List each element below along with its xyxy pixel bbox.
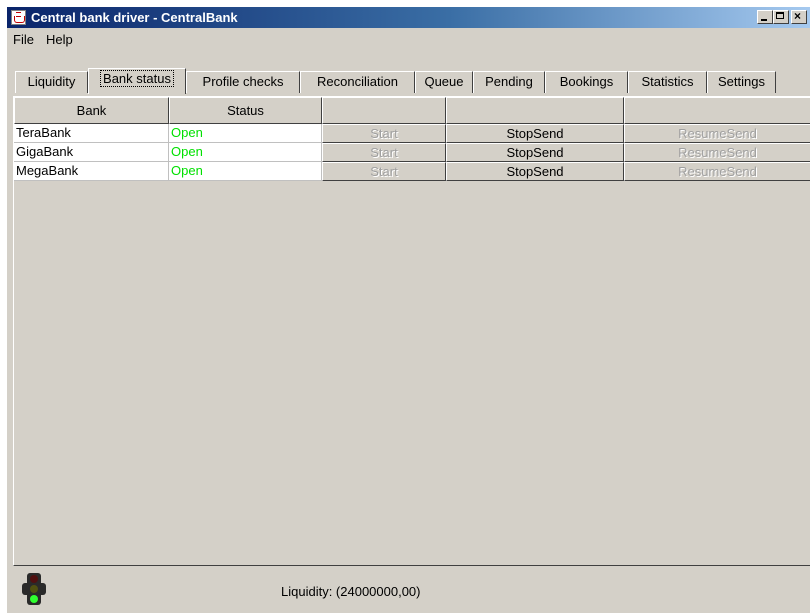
tab-reconciliation[interactable]: Reconciliation [300,71,415,93]
tab-bank-status[interactable]: Bank status [88,68,186,94]
table-cell-status[interactable]: Open [169,143,322,162]
minimize-button[interactable] [757,10,773,24]
java-cup-icon[interactable] [11,10,26,25]
stopsend-button[interactable]: StopSend [446,124,624,143]
title-bar[interactable]: Central bank driver - CentralBank × [7,7,810,28]
tab-liquidity[interactable]: Liquidity [15,71,88,93]
tab-queue[interactable]: Queue [415,71,473,93]
start-button[interactable]: Start [322,143,446,162]
maximize-button[interactable] [773,10,789,24]
table-cell-status[interactable]: Open [169,124,322,143]
menu-help[interactable]: Help [46,32,73,47]
liquidity-status: Liquidity: (24000000,00) [281,584,421,599]
stopsend-button[interactable]: StopSend [446,143,624,162]
tab-settings[interactable]: Settings [707,71,776,93]
tab-statistics[interactable]: Statistics [628,71,707,93]
stopsend-button[interactable]: StopSend [446,162,624,181]
start-button[interactable]: Start [322,162,446,181]
resumesend-button[interactable]: ResumeSend [624,162,810,181]
close-button[interactable]: × [791,9,807,24]
tab-pending[interactable]: Pending [473,71,545,93]
tab-bookings[interactable]: Bookings [545,71,628,93]
window-title: Central bank driver - CentralBank [31,10,238,25]
menu-bar: File Help [7,29,810,49]
table-cell-bank[interactable]: GigaBank [14,143,169,162]
green-light [30,595,38,603]
table-cell-status[interactable]: Open [169,162,322,181]
column-header-bank[interactable]: Bank [14,97,169,124]
app-window: Central bank driver - CentralBank × File… [6,6,810,613]
yellow-light [30,585,38,593]
red-light [30,575,38,583]
resumesend-button[interactable]: ResumeSend [624,124,810,143]
tab-profile-checks[interactable]: Profile checks [186,71,300,93]
column-header-resume[interactable] [624,97,810,124]
resumesend-button[interactable]: ResumeSend [624,143,810,162]
column-header-start[interactable] [322,97,446,124]
close-icon: × [794,9,802,23]
column-header-stop[interactable] [446,97,624,124]
tab-label: Bank status [100,70,174,87]
table-cell-bank[interactable]: MegaBank [14,162,169,181]
traffic-light-icon [22,573,46,605]
start-button[interactable]: Start [322,124,446,143]
table-cell-bank[interactable]: TeraBank [14,124,169,143]
menu-file[interactable]: File [13,32,34,47]
status-bar: Liquidity: (24000000,00) [7,567,810,614]
bank-status-table: Bank Status TeraBank Open Start StopSend… [14,97,810,191]
column-header-status[interactable]: Status [169,97,322,124]
